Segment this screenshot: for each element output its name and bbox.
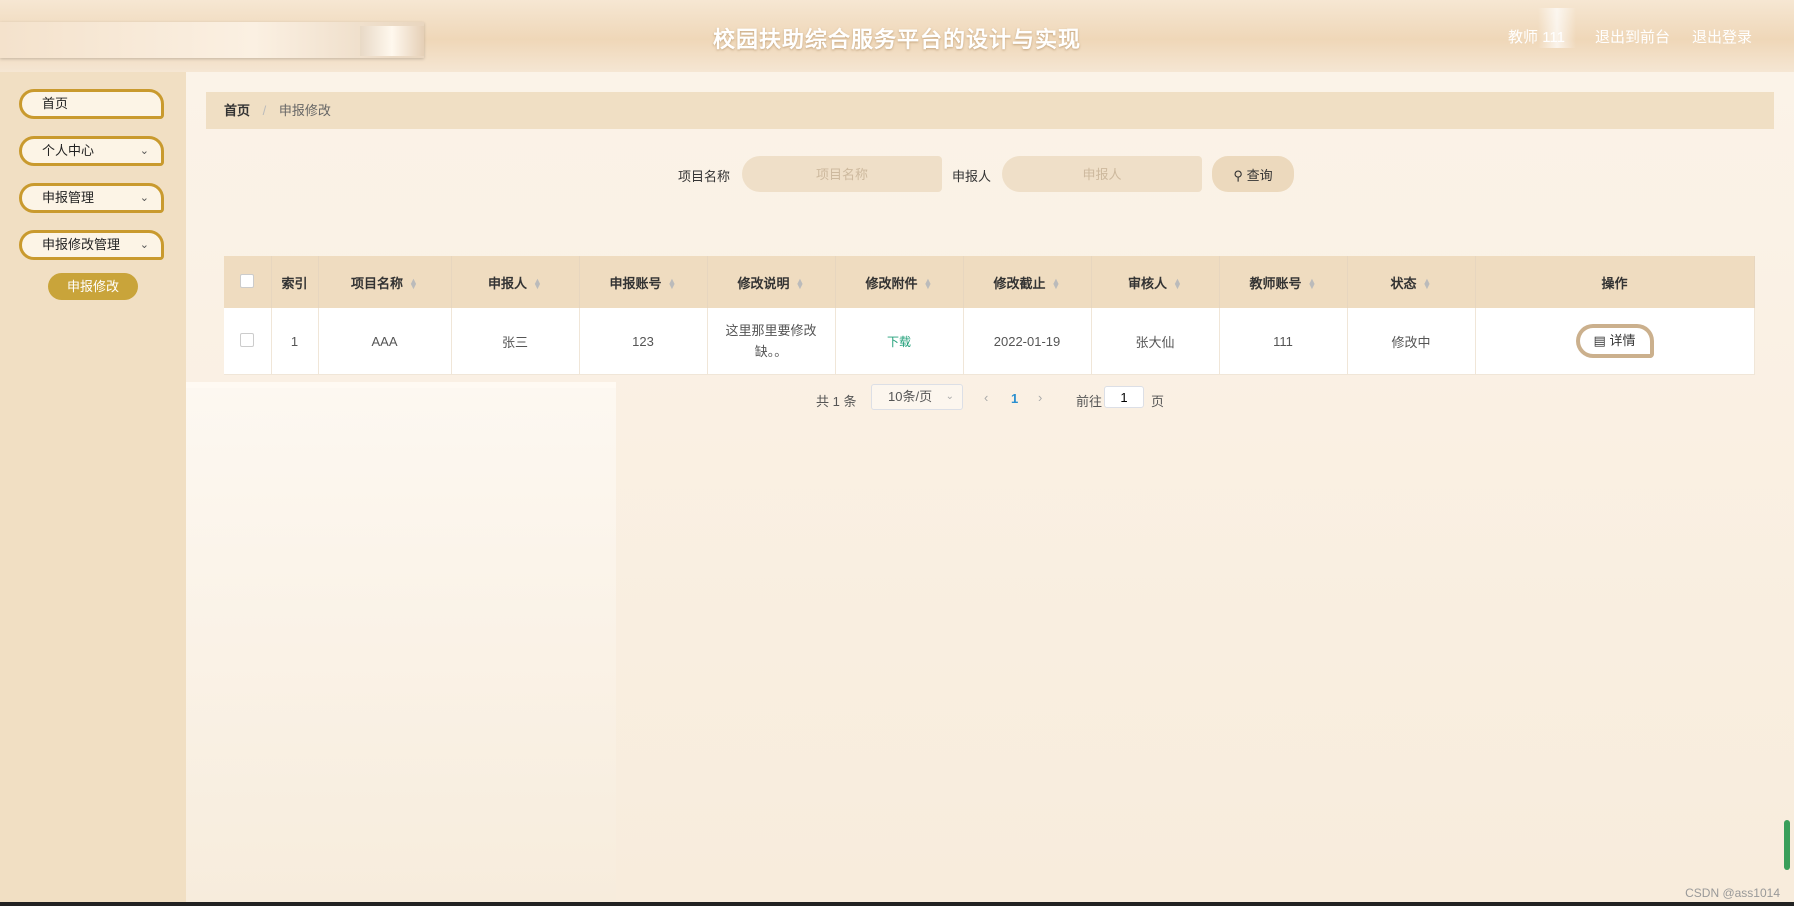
breadcrumb-current: 申报修改 [278, 103, 331, 118]
sidebar-item-label: 申报修改管理 [42, 237, 121, 252]
column-header[interactable]: 申报账号 ▲ ▼ [579, 256, 708, 308]
column-header-label: 状态 [1390, 275, 1417, 291]
column-header-label: 申报人 [488, 275, 528, 291]
sidebar-item-modification-management[interactable]: 申报修改管理 ⌄ [19, 230, 164, 260]
column-header-label: 申报账号 [609, 275, 662, 291]
breadcrumb-home[interactable]: 首页 [224, 103, 250, 118]
page-number[interactable]: 1 [1011, 391, 1018, 406]
sidebar: 首页 个人中心 ⌄ 申报管理 ⌄ 申报修改管理 ⌄ [0, 72, 186, 902]
project-name-label: 项目名称 [678, 169, 731, 184]
cell-status: 修改中 [1347, 308, 1476, 375]
detail-button-label: 详情 [1609, 333, 1636, 348]
current-user: 教师 111 [1508, 29, 1565, 46]
data-table: 索引 项目名称 ▲ ▼ 申报人 ▲ ▼ 申报账号 ▲ ▼ 修改说明 ▲ ▼ 修改附件 ▲ ▼ 修改截… [224, 256, 1755, 375]
select-all-cell[interactable] [224, 256, 272, 308]
bottom-border [0, 902, 1794, 906]
cell-actions: ▤ 详情 [1475, 308, 1755, 375]
table-header-row: 索引 项目名称 ▲ ▼ 申报人 ▲ ▼ 申报账号 ▲ ▼ 修改说明 ▲ ▼ 修改附件 ▲ ▼ 修改截… [224, 256, 1755, 308]
goto-suffix: 页 [1151, 394, 1165, 409]
scrollbar[interactable] [1784, 820, 1790, 870]
chevron-down-icon: ⌄ [139, 192, 149, 204]
search-button-label: 查询 [1246, 167, 1273, 183]
next-page-icon[interactable]: › [1038, 390, 1042, 405]
search-icon: ⚲ [1233, 167, 1243, 183]
column-header-label: 项目名称 [351, 275, 404, 291]
search-bar: 项目名称 申报人 ⚲ 查询 [186, 156, 1794, 192]
cell-attachment: 下载 [835, 308, 964, 375]
background-decoration [186, 382, 616, 902]
column-header[interactable]: 修改截止 ▲ ▼ [963, 256, 1092, 308]
pagination-total: 共 1 条 [816, 394, 857, 409]
sort-icon[interactable]: ▲ ▼ [409, 277, 418, 291]
breadcrumb: 首页 / 申报修改 [206, 92, 1774, 129]
cell-note: 这里那里要修改 缺。。 [707, 308, 836, 375]
column-header: 操作 [1475, 256, 1755, 308]
watermark: CSDN @ass1014 [1685, 886, 1780, 900]
column-header[interactable]: 项目名称 ▲ ▼ [318, 256, 452, 308]
sidebar-subitem-modification[interactable]: 申报修改 [48, 273, 138, 300]
column-header: 索引 [271, 256, 319, 308]
sort-icon[interactable]: ▲ ▼ [668, 277, 677, 291]
page-size-select[interactable]: 10条/页 ⌄ [871, 384, 963, 410]
sort-icon[interactable]: ▲ ▼ [1308, 277, 1317, 291]
chevron-down-icon: ⌄ [945, 391, 954, 402]
column-header[interactable]: 修改说明 ▲ ▼ [707, 256, 836, 308]
column-header[interactable]: 教师账号 ▲ ▼ [1219, 256, 1348, 308]
column-header[interactable]: 状态 ▲ ▼ [1347, 256, 1476, 308]
cell-deadline: 2022-01-19 [963, 308, 1092, 375]
top-header: 校园扶助综合服务平台的设计与实现 教师 111 退出到前台 退出登录 [0, 0, 1794, 73]
sort-icon[interactable]: ▲ ▼ [1173, 277, 1182, 291]
row-checkbox[interactable] [240, 332, 255, 347]
applicant-input[interactable] [1002, 156, 1202, 192]
row-select-cell[interactable] [224, 308, 272, 375]
download-link[interactable]: 下载 [887, 335, 911, 349]
chevron-down-icon: ⌄ [139, 239, 149, 251]
cell-reviewer: 张大仙 [1091, 308, 1220, 375]
cell-note-line: 缺。。 [754, 344, 788, 359]
sort-icon[interactable]: ▲ ▼ [1423, 277, 1432, 291]
column-header[interactable]: 审核人 ▲ ▼ [1091, 256, 1220, 308]
cell-project: AAA [318, 308, 452, 375]
sidebar-item-label: 个人中心 [42, 143, 95, 158]
sort-icon[interactable]: ▲ ▼ [1052, 277, 1061, 291]
sidebar-item-label: 申报管理 [42, 190, 95, 205]
project-name-input[interactable] [742, 156, 942, 192]
sidebar-item-application-management[interactable]: 申报管理 ⌄ [19, 183, 164, 213]
column-header-label: 教师账号 [1249, 275, 1302, 291]
prev-page-icon[interactable]: ‹ [984, 390, 988, 405]
column-header-label: 修改说明 [737, 275, 790, 291]
column-header-label: 审核人 [1128, 275, 1168, 291]
select-all-checkbox[interactable] [240, 273, 255, 288]
exit-to-front-link[interactable]: 退出到前台 [1595, 26, 1670, 47]
sort-icon[interactable]: ▲ ▼ [924, 277, 933, 291]
column-header-label: 修改截止 [993, 275, 1046, 291]
detail-button[interactable]: ▤ 详情 [1575, 324, 1654, 358]
sort-icon[interactable]: ▲ ▼ [533, 277, 542, 291]
chevron-down-icon: ⌄ [139, 145, 149, 157]
cell-account: 123 [579, 308, 708, 375]
search-button[interactable]: ⚲ 查询 [1212, 156, 1294, 192]
breadcrumb-separator: / [262, 103, 267, 118]
table-row: 1 AAA 张三 123 这里那里要修改 缺。。 下载 2022-01-19 张… [224, 308, 1755, 375]
sidebar-item-label: 首页 [42, 96, 69, 111]
page-size-value: 10条/页 [888, 389, 933, 404]
sidebar-item-personal-center[interactable]: 个人中心 ⌄ [19, 136, 164, 166]
column-header[interactable]: 申报人 ▲ ▼ [451, 256, 580, 308]
column-header-label: 修改附件 [865, 275, 918, 291]
goto-label: 前往 [1076, 394, 1103, 409]
cell-note-line: 这里那里要修改 [725, 323, 817, 338]
cell-teacher-account: 111 [1219, 308, 1348, 375]
column-header[interactable]: 修改附件 ▲ ▼ [835, 256, 964, 308]
cell-applicant: 张三 [451, 308, 580, 375]
goto-page-input[interactable] [1104, 386, 1144, 408]
sidebar-item-home[interactable]: 首页 [19, 89, 164, 119]
document-icon: ▤ [1593, 333, 1606, 348]
sort-icon[interactable]: ▲ ▼ [796, 277, 805, 291]
cell-index: 1 [271, 308, 319, 375]
applicant-label: 申报人 [952, 169, 992, 184]
logout-link[interactable]: 退出登录 [1692, 26, 1752, 47]
main-content: 首页 / 申报修改 项目名称 申报人 ⚲ 查询 索引 项目名称▲▼ 申 [186, 72, 1794, 902]
pagination: 共 1 条 10条/页 ⌄ ‹ 1 › 前往 页 [186, 384, 1794, 414]
